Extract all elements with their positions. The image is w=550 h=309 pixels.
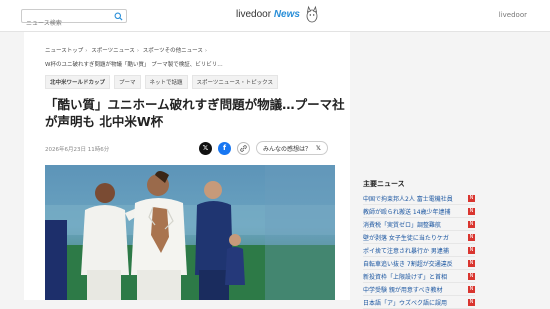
- chevron-right-icon: ›: [136, 48, 140, 54]
- reactions-button[interactable]: みんなの感想は？ 𝕏: [256, 141, 328, 155]
- list-item[interactable]: 壁が剥落 女子生徒に当たりケガ N: [363, 231, 475, 244]
- site-logo[interactable]: livedoor News: [236, 9, 300, 20]
- new-badge: N: [468, 194, 475, 202]
- breadcrumb-sports-other[interactable]: スポーツその他ニュース: [143, 48, 203, 54]
- list-item[interactable]: 消費税「実質ゼロ」調整難航 N: [363, 218, 475, 231]
- logo-news: News: [273, 9, 300, 20]
- x-icon: 𝕏: [316, 144, 321, 152]
- breadcrumb-current: W杯のユニ破れすぎ問題が物議「酷い質」 プーマ製で検証、ビリビリ…: [45, 62, 223, 68]
- list-item[interactable]: 日本語「ア」ウズベク語に誤用 N: [363, 296, 475, 309]
- x-share-button[interactable]: 𝕏: [199, 141, 212, 155]
- news-link[interactable]: 日本語「ア」ウズベク語に誤用: [363, 298, 447, 307]
- tag-world-cup[interactable]: 北中米ワールドカップ: [45, 75, 111, 89]
- new-badge: N: [468, 272, 475, 280]
- mascot-dog-icon: [306, 5, 318, 23]
- news-link[interactable]: 消費税「実質ゼロ」調整難航: [363, 220, 441, 229]
- news-link[interactable]: 新投資枠「上限設けず」と首相: [363, 272, 447, 281]
- search-box[interactable]: [21, 9, 127, 30]
- list-item[interactable]: 新投資枠「上限設けず」と首相 N: [363, 270, 475, 283]
- article-panel: ニューストップ › スポーツニュース › スポーツその他ニュース › W杯のユニ破れす…: [24, 32, 350, 300]
- soccer-players-image: [45, 165, 335, 300]
- list-item[interactable]: 中学受験 親が用意すべき教材 N: [363, 283, 475, 296]
- news-link[interactable]: ポイ捨て注意され暴行か 男逮捕: [363, 246, 449, 255]
- facebook-share-button[interactable]: f: [218, 141, 231, 155]
- top-navigation-bar: livedoor News livedoor: [0, 0, 550, 32]
- news-link[interactable]: 中学受験 親が用意すべき教材: [363, 285, 443, 294]
- tag-puma[interactable]: プーマ: [114, 75, 141, 89]
- article-headline: 「酷い質」ユニホーム破れすぎ問題が物議…プーマ社が声明も 北中米W杯: [45, 97, 345, 129]
- livedoor-link[interactable]: livedoor: [499, 11, 527, 19]
- news-link[interactable]: 壁が剥落 女子生徒に当たりケガ: [363, 233, 449, 242]
- new-badge: N: [468, 259, 475, 267]
- share-bar: 𝕏 f みんなの感想は？ 𝕏: [199, 141, 328, 155]
- search-input[interactable]: [22, 17, 112, 30]
- copy-link-button[interactable]: [237, 141, 250, 155]
- breadcrumb-news-top[interactable]: ニューストップ: [45, 48, 83, 54]
- chevron-right-icon: ›: [85, 48, 88, 54]
- new-badge: N: [468, 285, 475, 293]
- tag-sports-topics[interactable]: スポーツニュース・トピックス: [191, 75, 278, 89]
- logo-livedoor: livedoor: [236, 9, 272, 20]
- main-news-title: 主要ニュース: [363, 180, 405, 188]
- new-badge: N: [468, 233, 475, 241]
- article-photo[interactable]: [45, 165, 335, 300]
- reactions-label: みんなの感想は？: [263, 145, 312, 153]
- chevron-right-icon: ›: [204, 48, 208, 54]
- news-link[interactable]: 中国で拘束邦人2人 富士電機社員: [363, 194, 453, 203]
- search-icon[interactable]: [114, 12, 123, 21]
- list-item[interactable]: 教師が殴られ搬送 14歳少年逮捕 N: [363, 205, 475, 218]
- breadcrumb-sports[interactable]: スポーツニュース: [91, 48, 135, 54]
- news-link[interactable]: 自転車追い抜き 7割超が交通違反: [363, 259, 453, 268]
- list-item[interactable]: 中国で拘束邦人2人 富士電機社員 N: [363, 192, 475, 205]
- main-news-list: 中国で拘束邦人2人 富士電機社員 N 教師が殴られ搬送 14歳少年逮捕 N 消費税「…: [363, 192, 475, 309]
- link-icon: [240, 144, 247, 152]
- list-item[interactable]: 自転車追い抜き 7割超が交通違反 N: [363, 257, 475, 270]
- new-badge: N: [468, 220, 475, 228]
- news-link[interactable]: 教師が殴られ搬送 14歳少年逮捕: [363, 207, 451, 216]
- list-item[interactable]: ポイ捨て注意され暴行か 男逮捕 N: [363, 244, 475, 257]
- article-date: 2026年6月23日 11時6分: [45, 147, 110, 153]
- new-badge: N: [468, 246, 475, 254]
- new-badge: N: [468, 207, 475, 215]
- breadcrumb: ニューストップ › スポーツニュース › スポーツその他ニュース ›: [45, 46, 209, 54]
- tag-list: 北中米ワールドカップ プーマ ネットで話題 スポーツニュース・トピックス: [45, 75, 278, 89]
- tag-net-trending[interactable]: ネットで話題: [144, 75, 188, 89]
